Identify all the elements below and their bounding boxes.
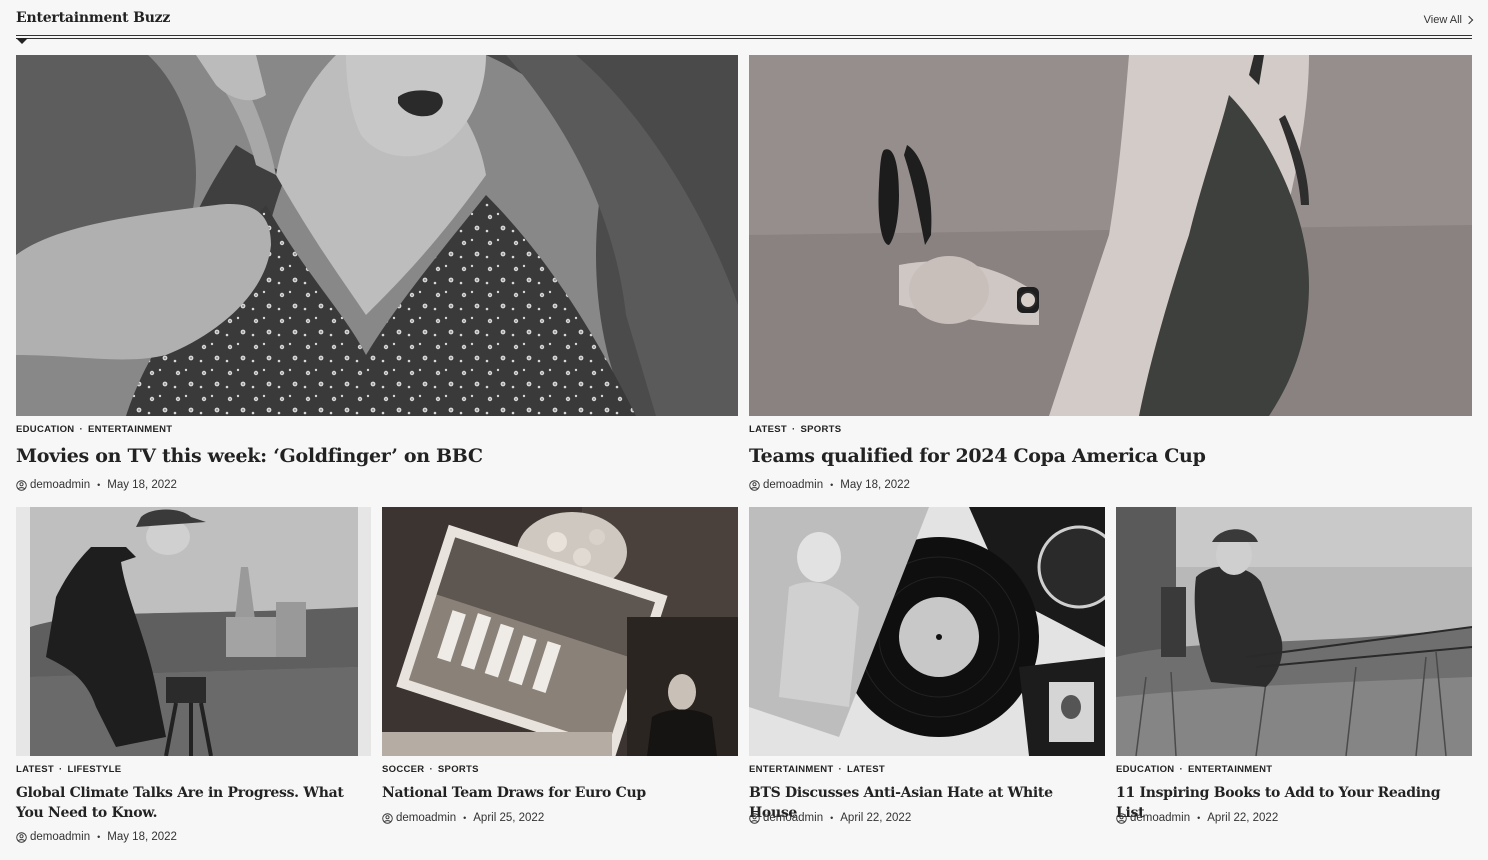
category-link[interactable]: LATEST bbox=[847, 764, 885, 775]
article-meta: demoadmin • April 22, 2022 bbox=[1116, 812, 1278, 824]
user-icon bbox=[16, 832, 27, 843]
user-icon bbox=[749, 480, 760, 491]
post-date: April 22, 2022 bbox=[840, 812, 912, 824]
category-link[interactable]: SPORTS bbox=[801, 424, 842, 435]
article-categories: ENTERTAINMENT · LATEST bbox=[749, 764, 885, 775]
article-meta: demoadmin • May 18, 2022 bbox=[749, 479, 910, 491]
section-title: Entertainment Buzz bbox=[16, 10, 171, 26]
view-all-label: View All bbox=[1423, 14, 1462, 26]
article-image[interactable] bbox=[382, 507, 738, 756]
meta-separator: • bbox=[830, 813, 834, 823]
section-header: Entertainment Buzz View All bbox=[16, 0, 1474, 44]
header-rule-lower bbox=[16, 38, 1472, 39]
article-image[interactable] bbox=[1116, 507, 1472, 756]
view-all-link[interactable]: View All bbox=[1423, 14, 1474, 26]
post-date: April 22, 2022 bbox=[1207, 812, 1279, 824]
article-categories: SOCCER · SPORTS bbox=[382, 764, 479, 775]
article-title[interactable]: National Team Draws for Euro Cup bbox=[382, 783, 738, 803]
user-icon bbox=[749, 813, 760, 824]
author-link[interactable]: demoadmin bbox=[1130, 812, 1190, 824]
meta-separator: • bbox=[1197, 813, 1201, 823]
meta-separator: • bbox=[97, 832, 101, 842]
category-link[interactable]: LATEST bbox=[16, 764, 54, 775]
triangle-marker-icon bbox=[16, 38, 28, 44]
category-link[interactable]: SOCCER bbox=[382, 764, 424, 775]
article-title[interactable]: Movies on TV this week: ‘Goldfinger’ on … bbox=[16, 444, 738, 468]
article-meta: demoadmin • May 18, 2022 bbox=[16, 479, 177, 491]
post-date: May 18, 2022 bbox=[840, 479, 910, 491]
category-link[interactable]: ENTERTAINMENT bbox=[749, 764, 833, 775]
author-link[interactable]: demoadmin bbox=[763, 479, 823, 491]
article-card: ENTERTAINMENT · LATEST BTS Discusses Anti-… bbox=[749, 507, 1105, 837]
header-rule bbox=[16, 35, 1472, 36]
article-image[interactable] bbox=[749, 55, 1472, 416]
category-separator: · bbox=[1179, 764, 1183, 775]
article-image[interactable] bbox=[16, 55, 738, 416]
article-meta: demoadmin • April 25, 2022 bbox=[382, 812, 544, 824]
user-icon bbox=[382, 813, 393, 824]
category-link[interactable]: EDUCATION bbox=[1116, 764, 1174, 775]
article-image[interactable] bbox=[16, 507, 371, 756]
post-date: May 18, 2022 bbox=[107, 831, 177, 843]
featured-article-card: EDUCATION · ENTERTAINMENT Movies on TV thi… bbox=[16, 55, 738, 495]
category-link[interactable]: SPORTS bbox=[438, 764, 479, 775]
category-link[interactable]: EDUCATION bbox=[16, 424, 74, 435]
post-date: April 25, 2022 bbox=[473, 812, 545, 824]
article-card: EDUCATION · ENTERTAINMENT 11 Inspiring Boo… bbox=[1116, 507, 1472, 837]
category-separator: · bbox=[792, 424, 796, 435]
article-title[interactable]: Global Climate Talks Are in Progress. Wh… bbox=[16, 783, 356, 823]
meta-separator: • bbox=[830, 480, 834, 490]
article-categories: EDUCATION · ENTERTAINMENT bbox=[16, 424, 172, 435]
category-link[interactable]: ENTERTAINMENT bbox=[88, 424, 172, 435]
article-title[interactable]: Teams qualified for 2024 Copa America Cu… bbox=[749, 444, 1472, 468]
category-separator: · bbox=[838, 764, 842, 775]
category-link[interactable]: ENTERTAINMENT bbox=[1188, 764, 1272, 775]
author-link[interactable]: demoadmin bbox=[30, 831, 90, 843]
article-categories: LATEST · LIFESTYLE bbox=[16, 764, 121, 775]
category-separator: · bbox=[59, 764, 63, 775]
article-categories: EDUCATION · ENTERTAINMENT bbox=[1116, 764, 1272, 775]
article-card: SOCCER · SPORTS National Team Draws for Eu… bbox=[382, 507, 738, 837]
meta-separator: • bbox=[463, 813, 467, 823]
author-link[interactable]: demoadmin bbox=[396, 812, 456, 824]
article-meta: demoadmin • April 22, 2022 bbox=[749, 812, 911, 824]
article-meta: demoadmin • May 18, 2022 bbox=[16, 831, 177, 843]
featured-article-card: LATEST · SPORTS Teams qualified for 2024 C… bbox=[749, 55, 1472, 495]
author-link[interactable]: demoadmin bbox=[763, 812, 823, 824]
post-date: May 18, 2022 bbox=[107, 479, 177, 491]
category-separator: · bbox=[79, 424, 83, 435]
category-link[interactable]: LATEST bbox=[749, 424, 787, 435]
user-icon bbox=[1116, 813, 1127, 824]
category-link[interactable]: LIFESTYLE bbox=[68, 764, 122, 775]
meta-separator: • bbox=[97, 480, 101, 490]
article-categories: LATEST · SPORTS bbox=[749, 424, 841, 435]
author-link[interactable]: demoadmin bbox=[30, 479, 90, 491]
user-icon bbox=[16, 480, 27, 491]
chevron-right-icon bbox=[1464, 15, 1474, 25]
article-card: LATEST · LIFESTYLE Global Climate Talks Ar… bbox=[16, 507, 371, 857]
article-image[interactable] bbox=[749, 507, 1105, 756]
category-separator: · bbox=[429, 764, 433, 775]
